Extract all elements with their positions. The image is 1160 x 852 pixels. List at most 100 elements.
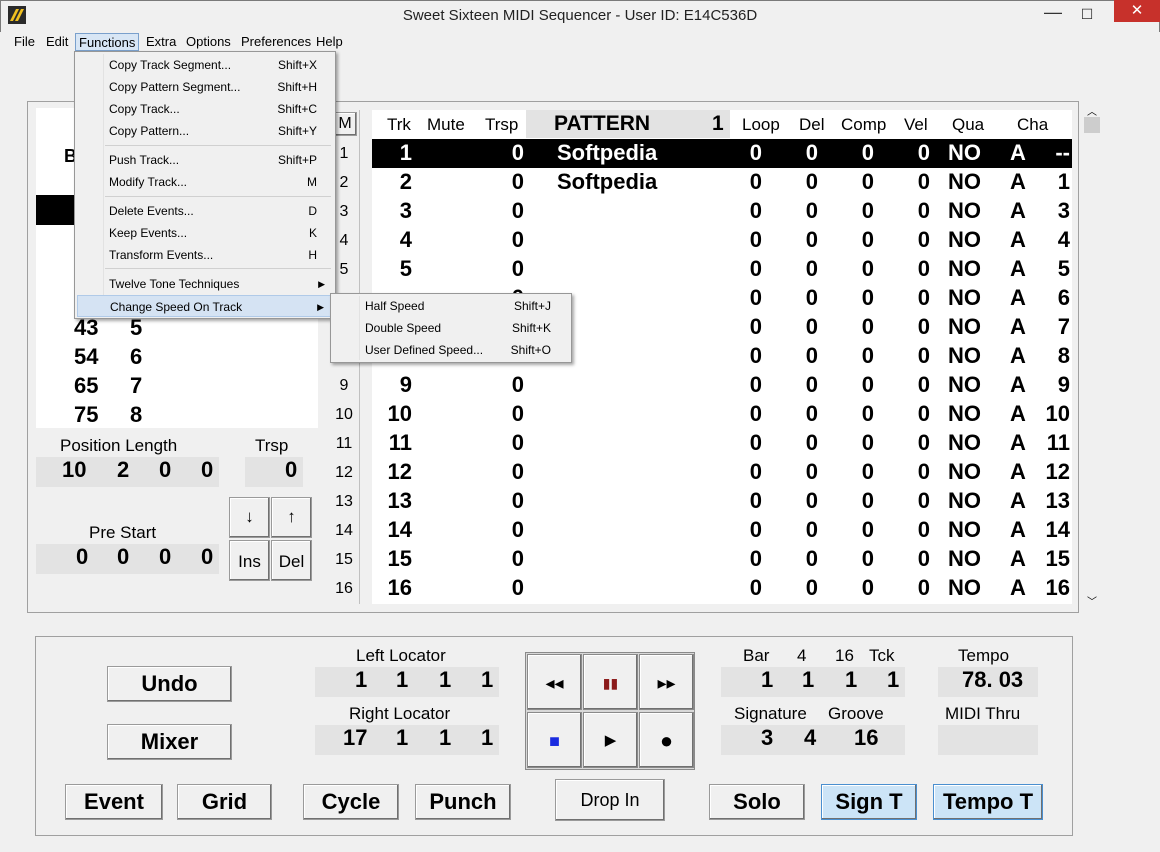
row-number[interactable]: 12 [332, 464, 356, 482]
mute-all-button[interactable]: M [333, 112, 357, 136]
table-row[interactable]: 4 0 0 0 0 0 NO A 4 [372, 226, 1072, 255]
pattern-number[interactable]: 1 [712, 112, 724, 136]
menu-edit[interactable]: Edit [43, 33, 71, 51]
scroll-down-arrow[interactable]: ﹀ [1087, 593, 1097, 608]
undo-button[interactable]: Undo [107, 666, 232, 702]
menu-item-push-track[interactable]: Push Track... Shift+P [77, 149, 333, 171]
cell-trsp: 0 [511, 488, 524, 513]
cell-channel: 14 [1045, 517, 1070, 542]
menu-item-change-speed-on-track[interactable]: Change Speed On Track ▶ [77, 295, 333, 317]
table-row[interactable]: 10 0 0 0 0 0 NO A 10 [372, 400, 1072, 429]
row-number[interactable]: 14 [332, 522, 356, 540]
delete-button[interactable]: Del [271, 540, 312, 581]
row-number[interactable]: 4 [332, 232, 356, 250]
menu-file[interactable]: File [11, 33, 38, 51]
scroll-thumb[interactable] [1084, 117, 1100, 133]
menu-help[interactable]: Help [313, 33, 346, 51]
position-length-display[interactable]: 10 2 0 0 [36, 457, 219, 487]
menu-item-shortcut: Shift+P [277, 153, 317, 167]
table-row[interactable]: 2 0 Softpedia 0 0 0 0 NO A 1 [372, 168, 1072, 197]
song-position-display[interactable]: 1 1 1 1 [721, 667, 905, 697]
cell-mode: A [1010, 401, 1026, 426]
row-number[interactable]: 15 [332, 551, 356, 569]
table-row[interactable]: 15 0 0 0 0 0 NO A 15 [372, 545, 1072, 574]
table-row[interactable]: 12 0 0 0 0 0 NO A 12 [372, 458, 1072, 487]
table-row[interactable]: 11 0 0 0 0 0 NO A 11 [372, 429, 1072, 458]
rewind-button[interactable]: ◂◂ [527, 654, 582, 710]
menu-extra[interactable]: Extra [143, 33, 179, 51]
row-number[interactable]: 2 [332, 174, 356, 192]
move-down-button[interactable]: ↓ [229, 497, 270, 538]
row-number[interactable]: 5 [332, 261, 356, 279]
table-row[interactable]: 1 0 Softpedia 0 0 0 0 NO A -- [372, 139, 1072, 168]
cell-trk: 11 [388, 430, 412, 455]
menu-item-half-speed[interactable]: Half Speed Shift+J [333, 295, 569, 317]
menu-functions[interactable]: Functions [75, 33, 140, 51]
mixer-button[interactable]: Mixer [107, 724, 232, 760]
menu-item-twelve-tone-techniques[interactable]: Twelve Tone Techniques ▶ [77, 273, 333, 295]
col-header-trsp: Trsp [485, 115, 519, 134]
vertical-scrollbar[interactable]: ︿ ﹀ [1082, 101, 1102, 611]
minimize-button[interactable]: — [1036, 0, 1070, 28]
menu-item-keep-events[interactable]: Keep Events... K [77, 222, 333, 244]
menu-item-copy-pattern[interactable]: Copy Pattern... Shift+Y [77, 120, 333, 142]
maximize-button[interactable]: ☐ [1070, 0, 1104, 28]
event-button[interactable]: Event [65, 784, 163, 820]
tempo-display[interactable]: 78. 03 [938, 667, 1038, 697]
table-row[interactable]: 14 0 0 0 0 0 NO A 14 [372, 516, 1072, 545]
menu-item-copy-pattern-segment[interactable]: Copy Pattern Segment... Shift+H [77, 76, 333, 98]
table-row[interactable]: 9 0 0 0 0 0 NO A 9 [372, 371, 1072, 400]
row-number[interactable]: 3 [332, 203, 356, 221]
table-row[interactable]: 13 0 0 0 0 0 NO A 13 [372, 487, 1072, 516]
cell-del: 0 [805, 285, 818, 310]
sign-t-button[interactable]: Sign T [821, 784, 917, 820]
table-row[interactable]: 5 0 0 0 0 0 NO A 5 [372, 255, 1072, 284]
menu-item-user-defined-speed[interactable]: User Defined Speed... Shift+O [333, 339, 569, 361]
move-up-button[interactable]: ↑ [271, 497, 312, 538]
trsp-display[interactable]: 0 [245, 457, 303, 487]
cell-channel: 5 [1057, 256, 1070, 281]
row-number[interactable]: 11 [332, 435, 356, 453]
tempo-t-button[interactable]: Tempo T [933, 784, 1043, 820]
row-number[interactable]: 16 [332, 580, 356, 598]
pause-button[interactable]: ▮▮ [583, 654, 638, 710]
menu-item-copy-track-segment[interactable]: Copy Track Segment... Shift+X [77, 54, 333, 76]
menu-preferences[interactable]: Preferences [238, 33, 314, 51]
play-button[interactable]: ▶ [583, 712, 638, 768]
menu-item-double-speed[interactable]: Double Speed Shift+K [333, 317, 569, 339]
menu-item-modify-track[interactable]: Modify Track... M [77, 171, 333, 193]
grid-button[interactable]: Grid [177, 784, 272, 820]
row-number[interactable]: 1 [332, 145, 356, 163]
stop-button[interactable]: ■ [527, 712, 582, 768]
table-row[interactable]: 3 0 0 0 0 0 NO A 3 [372, 197, 1072, 226]
left-locator-display[interactable]: 1 1 1 1 [315, 667, 499, 697]
record-button[interactable]: ● [639, 712, 694, 768]
solo-button[interactable]: Solo [709, 784, 805, 820]
cell-trsp: 0 [511, 256, 524, 281]
cell-loop: 0 [749, 140, 762, 165]
scroll-up-arrow[interactable]: ︿ [1087, 103, 1097, 118]
menu-item-transform-events[interactable]: Transform Events... H [77, 244, 333, 266]
cycle-button[interactable]: Cycle [303, 784, 399, 820]
right-locator-display[interactable]: 17 1 1 1 [315, 725, 499, 755]
table-row[interactable]: 16 0 0 0 0 0 NO A 16 [372, 574, 1072, 603]
col-header-qua: Qua [952, 115, 985, 134]
fast-forward-button[interactable]: ▸▸ [639, 654, 694, 710]
close-button[interactable]: ✕ [1114, 0, 1160, 22]
row-number[interactable]: 10 [332, 406, 356, 424]
row-number[interactable]: 13 [332, 493, 356, 511]
menu-item-delete-events[interactable]: Delete Events... D [77, 200, 333, 222]
menu-options[interactable]: Options [183, 33, 234, 51]
pre-start-display[interactable]: 0 0 0 0 [36, 544, 219, 574]
col-header-vel: Vel [904, 115, 928, 134]
menu-item-copy-track[interactable]: Copy Track... Shift+C [77, 98, 333, 120]
insert-button[interactable]: Ins [229, 540, 270, 581]
cell-vel: 0 [917, 372, 930, 397]
signature-display[interactable]: 3 4 16 [721, 725, 905, 755]
drop-in-button[interactable]: Drop In [555, 779, 665, 821]
punch-button[interactable]: Punch [415, 784, 511, 820]
midi-thru-display[interactable] [938, 725, 1038, 755]
cell-trk: 14 [387, 517, 412, 542]
cell-trsp: 0 [511, 140, 524, 165]
row-number[interactable]: 9 [332, 377, 356, 395]
